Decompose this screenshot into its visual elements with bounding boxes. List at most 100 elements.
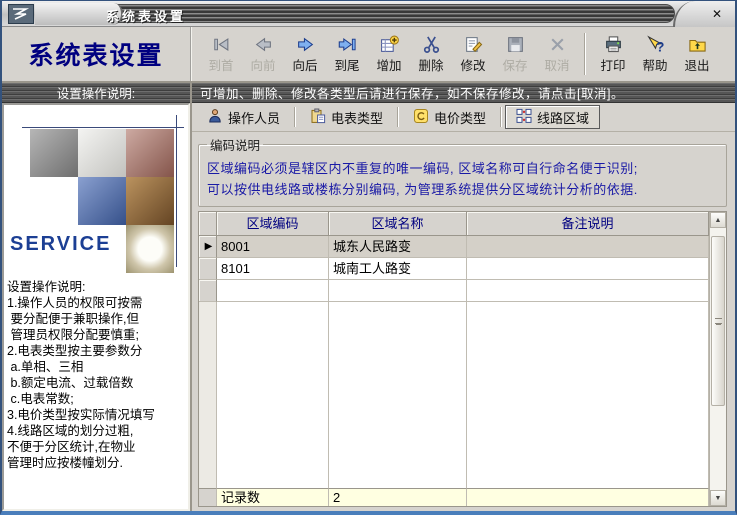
tab-label: 电表类型 [331,108,383,127]
table-filler [199,302,709,488]
tab-price[interactable]: 电价类型 [402,105,497,129]
sidebar-header: 设置操作说明: [2,83,190,103]
toolbar-first-button[interactable]: 到首 [200,30,242,78]
toolbar-button-label: 退出 [684,55,709,74]
service-label: SERVICE [10,233,111,256]
scrollbar-track[interactable] [710,228,726,490]
column-header[interactable]: 备注说明 [467,212,709,236]
tab-label: 电价类型 [434,108,486,127]
instruction-line: 3.电价类型按实际情况填写 [7,407,187,423]
window-title: 系统表设置 [106,6,186,25]
toolbar-button-label: 帮助 [642,55,667,74]
empty-cell [217,302,329,488]
row-selector-cell [199,258,217,280]
toolbar-next-button[interactable]: 向后 [284,30,326,78]
toolbar-button-label: 打印 [600,55,625,74]
toolbar-last-button[interactable]: 到尾 [326,30,368,78]
table-row[interactable]: ▶8001城东人民路变 [199,236,709,258]
scroll-up-button[interactable]: ▲ [710,212,726,228]
content: 设置操作说明: SERVICE 设置操作说明:1.操作人员的权限可按需 要分配便… [2,83,735,511]
instruction-line: 管理员权限分配要慎重; [7,327,187,343]
toolbar-button-label: 向前 [250,55,275,74]
empty-cell [217,280,329,302]
row-selector-cell [199,280,217,302]
column-header[interactable]: 区域名称 [329,212,467,236]
toolbar-button-label: 删除 [418,55,443,74]
toolbar-button-label: 保存 [502,55,527,74]
svg-text:?: ? [656,39,664,54]
toolbar-separator [584,33,586,75]
tab-region[interactable]: 线路区域 [505,105,600,129]
column-header[interactable]: 区域编码 [217,212,329,236]
region-code-cell: 8101 [217,258,329,280]
toolbar-modify-button[interactable]: 修改 [452,30,494,78]
tab-bar: 操作人员 电表类型 电价类型 线路区域 [192,103,735,132]
row-selector-header [199,212,217,236]
line-region-icon [516,108,532,127]
service-collage-image: SERVICE [4,105,188,277]
tab-meter[interactable]: 电表类型 [299,105,394,129]
toolbar-add-button[interactable]: 增加 [368,30,410,78]
footer-selector-cell [199,488,217,506]
tab-separator [500,107,502,127]
tab-separator [397,107,399,127]
page-title: 系统表设置 [2,27,192,81]
instruction-line: 不便于分区统计,在物业 [7,439,187,455]
instruction-line: 设置操作说明: [7,279,187,295]
toolbar-exit-button[interactable]: 退出 [676,30,718,78]
sidebar: 设置操作说明: SERVICE 设置操作说明:1.操作人员的权限可按需 要分配便… [2,83,192,511]
toolbar-button-label: 修改 [460,55,485,74]
arrow-back-icon [253,34,273,54]
collage-photo-pen [78,129,126,177]
note-cell [467,258,709,280]
vertical-scrollbar[interactable]: ▲ ▼ [709,212,726,506]
scroll-down-button[interactable]: ▼ [710,490,726,506]
tab-label: 线路区域 [537,108,589,127]
toolbar-button-label: 到尾 [334,55,359,74]
edit-icon [463,34,483,54]
tab-label: 操作人员 [228,108,280,127]
instruction-line: 1.操作人员的权限可按需 [7,295,187,311]
toolbar-row: 系统表设置 到首向前向后到尾增加删除修改保存取消打印?帮助退出 [2,27,735,83]
empty-cell [467,302,709,488]
instruction-line: 管理时应按楼幢划分. [7,455,187,471]
cancel-icon [547,34,567,54]
collage-photo-watch [126,225,174,273]
sidebar-body: SERVICE 设置操作说明:1.操作人员的权限可按需 要分配便于兼职操作,但 … [2,103,190,511]
printer-icon [603,34,623,54]
toolbar-print-button[interactable]: 打印 [592,30,634,78]
close-icon[interactable]: ✕ [707,6,727,22]
toolbar-delete-button[interactable]: 删除 [410,30,452,78]
exit-icon [687,34,707,54]
row-selector-cell [199,302,217,488]
save-icon [505,34,525,54]
record-count-label: 记录数 [217,488,329,506]
region-name-cell: 城南工人路变 [329,258,467,280]
scrollbar-thumb[interactable] [711,236,725,406]
main-panel: 可增加、删除、修改各类型后请进行保存，如不保存修改，请点击[取消]。 操作人员 电… [192,83,735,511]
instruction-line: 要分配便于兼职操作,但 [7,311,187,327]
collage-line [22,127,184,128]
toolbar: 到首向前向后到尾增加删除修改保存取消打印?帮助退出 [192,27,735,81]
toolbar-prev-button[interactable]: 向前 [242,30,284,78]
toolbar-help-button[interactable]: ?帮助 [634,30,676,78]
app-logo-icon [8,4,34,24]
record-count-value: 2 [329,488,467,506]
row-selector-cell: ▶ [199,236,217,258]
note-cell [467,236,709,258]
toolbar-button-label: 到首 [208,55,233,74]
empty-cell [329,302,467,488]
table-body: ▶8001城东人民路变8101城南工人路变 [199,236,709,488]
collage-photo-strap [126,177,174,225]
arrow-last-icon [337,34,357,54]
price-type-icon [413,108,429,127]
notice-bar: 可增加、删除、修改各类型后请进行保存，如不保存修改，请点击[取消]。 [192,83,735,103]
table-row[interactable]: 8101城南工人路变 [199,258,709,280]
tab-operator[interactable]: 操作人员 [196,105,291,129]
instruction-line: 2.电表类型按主要参数分 [7,343,187,359]
table-footer-row: 记录数2 [199,488,709,506]
toolbar-cancel-button[interactable]: 取消 [536,30,578,78]
toolbar-save-button[interactable]: 保存 [494,30,536,78]
groupbox-note-line: 可以按供电线路或楼栋分别编码, 为管理系统提供分区域统计分析的依据. [207,179,718,200]
toolbar-button-label: 向后 [292,55,317,74]
